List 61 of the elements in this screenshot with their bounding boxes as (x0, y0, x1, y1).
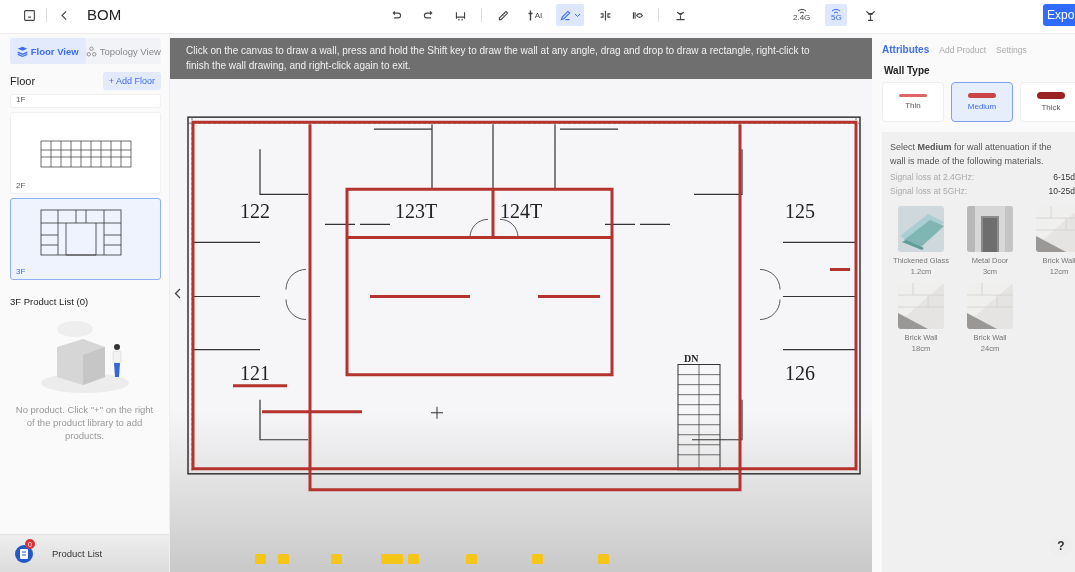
comment-marker[interactable] (466, 553, 477, 564)
room-label: 123T (395, 200, 438, 223)
comment-marker[interactable] (381, 553, 392, 564)
band-button[interactable]: 2.4G (790, 4, 814, 26)
tool-button[interactable]: AI (524, 4, 546, 26)
wall-type-heading: Wall Type (884, 65, 931, 76)
floor-heading: Floor (10, 75, 36, 87)
room-label: 121 (240, 361, 270, 384)
room-label: 125 (785, 200, 815, 223)
view-tab[interactable]: Floor View (10, 38, 86, 64)
product-list-title: 3F Product List (0) (10, 296, 90, 307)
floor-card[interactable]: 3F (10, 198, 161, 280)
wall-description: Select Medium for wall attenuation if the wall is made of the following materials. (890, 141, 1053, 168)
antenna-icon (863, 8, 877, 22)
product-list-label: Product List (52, 548, 103, 559)
floor-label: 3F (16, 267, 27, 276)
export-button[interactable]: Expo (1043, 4, 1075, 26)
redo-icon (421, 8, 435, 22)
signal-loss-value: 6-15d (1053, 172, 1075, 182)
ruler-icon (496, 8, 510, 22)
wall-type-option[interactable]: Thin (882, 82, 944, 122)
comment-marker[interactable] (278, 553, 289, 564)
layers-icon (16, 45, 28, 57)
comment-marker[interactable] (392, 553, 403, 564)
wifi-icon (831, 8, 842, 14)
room-label: 122 (240, 200, 270, 223)
panel-tab[interactable]: Settings (996, 45, 1027, 55)
comment-marker[interactable] (532, 553, 543, 564)
floor-card[interactable]: 2F (10, 112, 161, 194)
room-label: DN (684, 352, 699, 364)
topology-icon (85, 45, 97, 57)
caret-icon (574, 12, 581, 18)
wall-type-option[interactable]: Thick (1020, 82, 1075, 122)
signal-loss-label: Signal loss at 2.4GHz: (890, 172, 975, 182)
split-icon (598, 8, 612, 22)
room-label: 126 (785, 361, 815, 384)
product-list-icon[interactable] (14, 543, 34, 564)
floor-card[interactable]: 1F (10, 94, 161, 108)
collapse-button[interactable] (172, 286, 182, 300)
pen-icon (559, 8, 572, 22)
wall-type-option[interactable]: Medium (951, 82, 1013, 122)
signal-loss-label: Signal loss at 5GHz: (890, 186, 967, 196)
wifi-icon (796, 8, 807, 14)
signal-loss-value: 10-25d (1048, 186, 1075, 196)
add-floor-button[interactable]: + Add Floor (102, 72, 161, 90)
comment-marker[interactable] (331, 553, 342, 564)
instruction-banner: Click on the canvas to draw a wall, press and hold the Shift key to draw the wall at any angle, drag and drop to draw a rectangle, right-click to finish the wall drawing, and right-click again to exit. (170, 38, 872, 79)
chevron-left-icon (173, 287, 181, 299)
comment-marker[interactable] (255, 553, 266, 564)
comment-marker[interactable] (408, 553, 419, 564)
comment-marker[interactable] (598, 553, 609, 564)
project-title: BOM (87, 5, 122, 25)
empty-message: No product. Click "+" on the right of the product library to add products. (14, 403, 155, 442)
panel-tab[interactable]: Attributes (882, 44, 930, 55)
panel-icon (22, 8, 36, 22)
floor-label: 2F (16, 181, 27, 190)
floor-label: 1F (16, 95, 27, 104)
room-label: 124T (500, 200, 543, 223)
view-tab[interactable]: Topology View (85, 38, 161, 64)
band-button[interactable]: 5G (825, 4, 848, 26)
panel-tab[interactable]: Add Product (939, 45, 986, 55)
